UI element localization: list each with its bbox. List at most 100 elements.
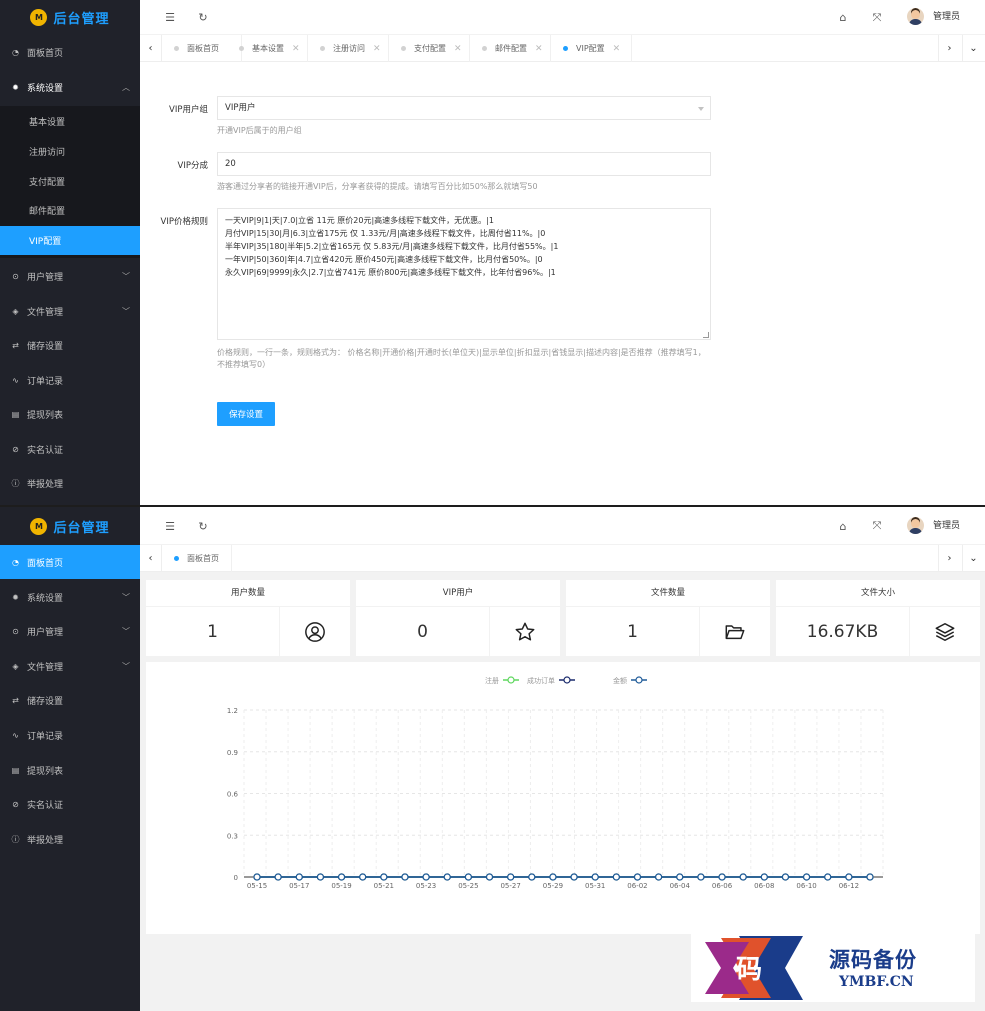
close-icon[interactable]: ✕: [292, 44, 300, 54]
x-tick-label: 06-08: [754, 882, 774, 890]
submenu-item-vip[interactable]: VIP配置: [0, 226, 140, 255]
fullscreen-icon[interactable]: ⤧: [867, 0, 887, 35]
close-icon[interactable]: ✕: [535, 44, 543, 54]
sidebar-item-verify[interactable]: ⊘ 实名认证: [0, 432, 140, 466]
sidebar-item-users[interactable]: ⊙ 用户管理 ﹀: [0, 614, 140, 648]
tab-register[interactable]: 注册访问 ✕: [308, 35, 389, 62]
close-icon[interactable]: ✕: [613, 44, 621, 54]
series-point: [824, 873, 832, 881]
x-tick-label: 06-10: [796, 882, 816, 890]
series-point: [781, 873, 790, 881]
submenu-item-mail[interactable]: 邮件配置: [0, 196, 140, 225]
tabs-next-icon[interactable]: ›: [938, 545, 960, 572]
y-tick-label: 0: [234, 874, 238, 882]
folder-open-icon: [700, 607, 770, 656]
stat-card-size: 文件大小 16.67KB: [776, 580, 980, 656]
tab-mail[interactable]: 邮件配置 ✕: [470, 35, 551, 62]
sidebar-item-label: 举报处理: [27, 835, 64, 846]
caret-down-icon: [698, 107, 704, 111]
sidebar-item-system-settings[interactable]: ✹ 系统设置 ︿: [0, 70, 140, 104]
legend-marker: [635, 676, 643, 684]
sidebar-item-withdraw[interactable]: ▤ 提现列表: [0, 397, 140, 431]
tabs-prev-icon[interactable]: ‹: [140, 35, 162, 62]
series-point: [316, 873, 325, 881]
tab-payment[interactable]: 支付配置 ✕: [389, 35, 470, 62]
tab-label: 基本设置: [252, 44, 284, 53]
refresh-icon[interactable]: ↻: [193, 507, 213, 545]
user-icon: ⊙: [12, 626, 19, 636]
sidebar-item-orders[interactable]: ∿ 订单记录: [0, 718, 140, 752]
sidebar-item-withdraw[interactable]: ▤ 提现列表: [0, 753, 140, 787]
submenu-item-payment[interactable]: 支付配置: [0, 167, 140, 196]
tab-label: VIP配置: [576, 44, 605, 53]
refresh-icon[interactable]: ↻: [193, 0, 213, 35]
series-point: [760, 873, 768, 881]
resize-handle-icon[interactable]: [703, 332, 709, 338]
series-point: [718, 873, 726, 881]
sidebar-item-system-settings[interactable]: ✹ 系统设置 ﹀: [0, 580, 140, 614]
series-point: [359, 873, 367, 881]
info-icon: ⓘ: [11, 834, 20, 844]
x-tick-label: 06-06: [712, 882, 733, 890]
home-icon[interactable]: ⌂: [833, 507, 853, 545]
sidebar-item-dashboard[interactable]: ◔ 面板首页: [0, 545, 140, 579]
sidebar-item-storage[interactable]: ⇄ 储存设置: [0, 328, 140, 362]
user-name[interactable]: 管理员: [933, 507, 960, 545]
sidebar-item-orders[interactable]: ∿ 订单记录: [0, 363, 140, 397]
avatar[interactable]: [907, 517, 924, 534]
submenu-item-register[interactable]: 注册访问: [0, 137, 140, 166]
menu-toggle-icon[interactable]: ☰: [160, 0, 180, 35]
user-name[interactable]: 管理员: [933, 0, 960, 35]
series-point: [507, 873, 515, 881]
save-button[interactable]: 保存设置: [217, 402, 275, 426]
sidebar-item-users[interactable]: ⊙ 用户管理 ﹀: [0, 259, 140, 293]
logo[interactable]: M 后台管理: [0, 0, 140, 35]
avatar[interactable]: [907, 8, 924, 25]
series-point: [676, 873, 684, 881]
logo[interactable]: M 后台管理: [0, 507, 140, 545]
sidebar-item-reports[interactable]: ⓘ 举报处理: [0, 466, 140, 500]
sidebar-item-reports[interactable]: ⓘ 举报处理: [0, 822, 140, 856]
tabs-menu-icon[interactable]: ⌄: [962, 545, 984, 572]
series-point: [802, 873, 811, 881]
watermark-logo: 码: [705, 936, 803, 1000]
tab-dot: [563, 46, 568, 51]
tabs-next-icon[interactable]: ›: [938, 35, 960, 62]
home-icon[interactable]: ⌂: [833, 0, 853, 35]
series-point: [401, 873, 409, 881]
fullscreen-icon[interactable]: ⤧: [867, 507, 887, 545]
sidebar-item-label: 系统设置: [27, 83, 64, 94]
tabs-bar: ‹ 面板首页 基本设置 ✕ 注册访问 ✕ 支付配置 ✕ 邮件配置 ✕ VIP配置 ✕ › …: [140, 35, 985, 62]
x-tick-label: 05-21: [374, 882, 394, 890]
series-point: [591, 873, 599, 881]
vip-group-select[interactable]: VIP用户: [217, 96, 711, 120]
menu-toggle-icon[interactable]: ☰: [160, 507, 180, 545]
dashboard-icon: ◔: [12, 47, 19, 57]
tab-vip[interactable]: VIP配置 ✕: [551, 35, 632, 62]
tab-dashboard[interactable]: 面板首页: [162, 545, 232, 572]
sidebar-item-dashboard[interactable]: ◔ 面板首页: [0, 35, 140, 69]
tabs-prev-icon[interactable]: ‹: [140, 545, 162, 572]
close-icon[interactable]: ✕: [373, 44, 381, 54]
topbar: ☰ ↻ ⌂ ⤧ 管理员: [140, 507, 985, 545]
stat-title: 文件大小: [776, 580, 980, 607]
sidebar-item-verify[interactable]: ⊘ 实名认证: [0, 787, 140, 821]
submenu-item-basic[interactable]: 基本设置: [0, 107, 140, 136]
share-input[interactable]: 20: [217, 152, 711, 176]
rules-line: 月付VIP|15|30|月|6.3|立省175元 仅 1.33元/月|高速多线程…: [225, 229, 546, 238]
rules-textarea[interactable]: 一天VIP|9|1|天|7.0|立省 11元 原价20元|高速多线程下载文件，无…: [217, 208, 711, 340]
series-point: [697, 873, 705, 881]
sidebar-item-files[interactable]: ◈ 文件管理 ﹀: [0, 649, 140, 683]
sidebar-item-label: 面板首页: [27, 48, 64, 59]
legend-label: 注册: [485, 676, 499, 685]
sidebar-item-label: 提现列表: [27, 766, 64, 777]
close-icon[interactable]: ✕: [454, 44, 462, 54]
storage-icon: ⇄: [12, 695, 19, 705]
series-point: [295, 873, 303, 881]
sidebar-item-files[interactable]: ◈ 文件管理 ﹀: [0, 294, 140, 328]
y-tick-label: 1.2: [227, 707, 238, 715]
tabs-menu-icon[interactable]: ⌄: [962, 35, 984, 62]
tab-basic[interactable]: 基本设置 ✕: [227, 35, 308, 62]
tab-label: 支付配置: [414, 44, 446, 53]
sidebar-item-storage[interactable]: ⇄ 储存设置: [0, 683, 140, 717]
